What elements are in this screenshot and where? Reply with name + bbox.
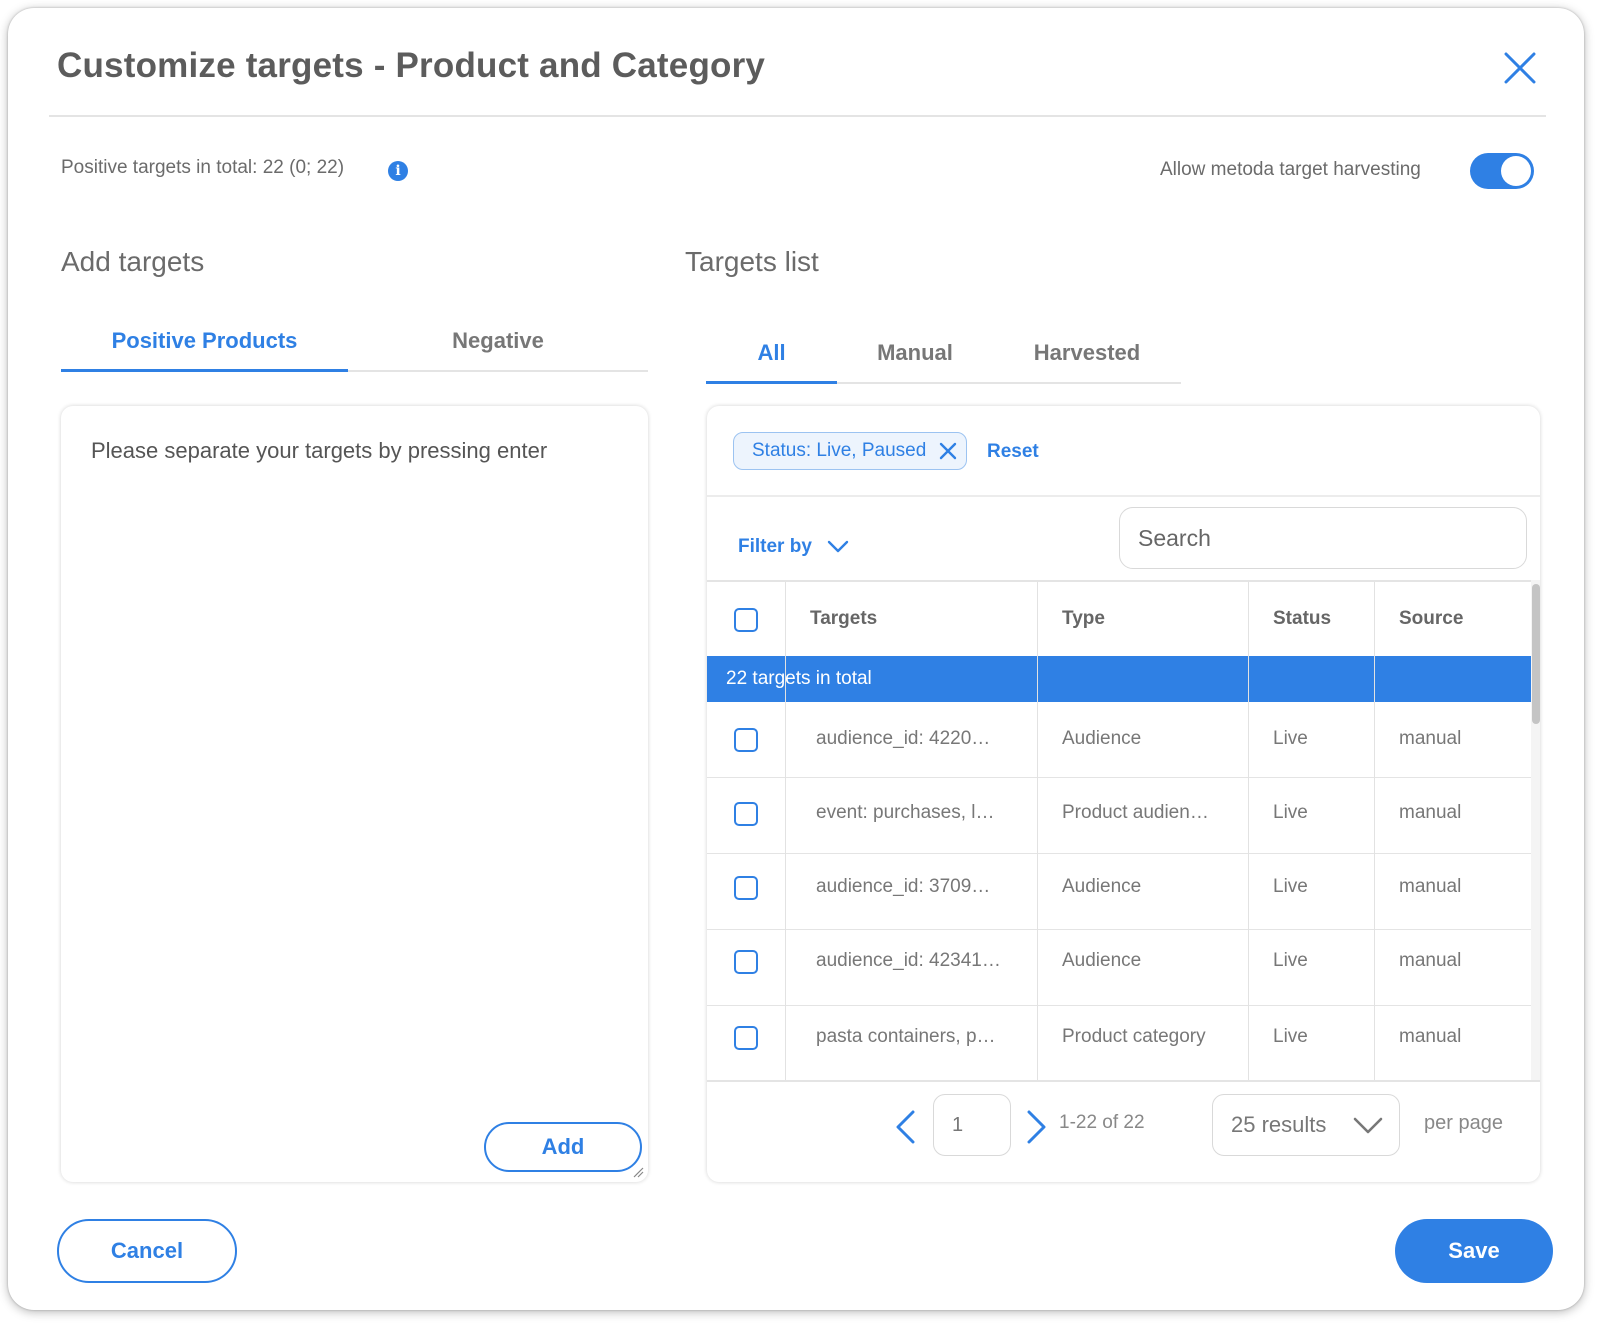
column-divider [1374,582,1375,1080]
table-row[interactable]: audience_id: 4220… Audience Live manual [707,702,1531,778]
source-cell: manual [1399,728,1462,749]
toggle-knob [1501,156,1531,186]
column-header-targets[interactable]: Targets [810,608,877,630]
search-input[interactable] [1119,507,1527,569]
target-cell: audience_id: 42341… [816,950,1001,971]
filter-divider [707,495,1540,497]
type-cell: Audience [1062,876,1142,897]
type-cell: Product category [1062,1026,1206,1047]
row-checkbox[interactable] [734,1026,758,1050]
tab-all[interactable]: All [706,340,837,384]
harvesting-label: Allow metoda target harvesting [1160,159,1421,180]
targets-list-title: Targets list [685,246,819,277]
table-row[interactable]: pasta containers, p… Product category Li… [707,1006,1531,1080]
target-cell: event: purchases, l… [816,802,995,823]
source-cell: manual [1399,1026,1462,1047]
save-button[interactable]: Save [1395,1219,1553,1283]
row-checkbox[interactable] [734,876,758,900]
table-row[interactable]: audience_id: 42341… Audience Live manual [707,930,1531,1006]
pager-divider [707,1080,1540,1082]
add-targets-panel: Add [61,406,648,1182]
status-cell: Live [1273,802,1308,823]
type-cell: Audience [1062,728,1142,749]
row-checkbox[interactable] [734,950,758,974]
source-cell: manual [1399,950,1462,971]
remove-filter-icon[interactable] [938,441,958,461]
status-cell: Live [1273,950,1308,971]
status-cell: Live [1273,1026,1308,1047]
table-row[interactable]: event: purchases, l… Product audien… Liv… [707,778,1531,854]
targets-total-row: 22 targets in total [707,656,1531,702]
column-divider [1037,582,1038,1080]
tab-negative[interactable]: Negative [348,328,648,372]
add-targets-tabs: Positive Products Negative [61,328,648,372]
target-cell: pasta containers, p… [816,1026,996,1047]
reset-filters-link[interactable]: Reset [987,441,1039,463]
tab-manual[interactable]: Manual [837,340,993,384]
info-icon[interactable]: i [388,161,408,181]
tab-harvested[interactable]: Harvested [993,340,1181,384]
table-header: Targets Type Status Source [707,582,1531,656]
add-button[interactable]: Add [484,1122,642,1172]
status-cell: Live [1273,876,1308,897]
row-checkbox[interactable] [734,728,758,752]
close-button[interactable] [1500,48,1540,88]
tab-positive-products[interactable]: Positive Products [61,328,348,372]
targets-table: Targets Type Status Source 22 targets in… [707,580,1531,1080]
status-filter-chip: Status: Live, Paused [733,432,968,470]
chevron-down-icon [1353,1117,1383,1134]
page-range: 1-22 of 22 [1059,1112,1145,1133]
column-divider [1248,582,1249,1080]
table-row[interactable]: audience_id: 3709… Audience Live manual [707,854,1531,930]
column-divider [785,582,786,1080]
cancel-button[interactable]: Cancel [57,1219,237,1283]
type-cell: Product audien… [1062,802,1209,823]
customize-targets-dialog: Customize targets - Product and Category… [8,8,1584,1310]
target-cell: audience_id: 4220… [816,728,991,749]
chip-label: Status: Live, Paused [752,440,927,461]
results-per-page-value: 25 results [1231,1112,1327,1137]
source-cell: manual [1399,876,1462,897]
chevron-left-icon[interactable] [893,1109,917,1145]
row-checkbox[interactable] [734,802,758,826]
add-targets-title: Add targets [61,246,205,277]
page-number-input[interactable] [933,1094,1011,1156]
status-cell: Live [1273,728,1308,749]
target-cell: audience_id: 3709… [816,876,991,897]
column-header-type[interactable]: Type [1062,608,1105,630]
header-divider [49,115,1546,117]
targets-list-tabs: All Manual Harvested [706,340,1181,384]
close-icon [1504,52,1536,84]
per-page-label: per page [1424,1112,1503,1134]
dialog-title: Customize targets - Product and Category [57,46,766,85]
positive-targets-total: Positive targets in total: 22 (0; 22) [61,157,345,178]
targets-list-panel: Status: Live, Paused Reset Filter by Tar… [707,406,1540,1182]
select-all-checkbox[interactable] [734,608,758,632]
filter-by-dropdown[interactable]: Filter by [738,536,812,558]
targets-textarea[interactable] [61,406,648,1182]
column-header-source[interactable]: Source [1399,608,1463,630]
resize-grip-icon[interactable] [632,1166,644,1178]
chevron-right-icon[interactable] [1025,1109,1049,1145]
chevron-down-icon[interactable] [827,540,849,554]
type-cell: Audience [1062,950,1142,971]
harvesting-toggle[interactable] [1470,153,1534,189]
source-cell: manual [1399,802,1462,823]
table-scrollbar-thumb[interactable] [1532,584,1540,724]
results-per-page-select[interactable]: 25 results [1212,1094,1400,1156]
column-header-status[interactable]: Status [1273,608,1331,630]
